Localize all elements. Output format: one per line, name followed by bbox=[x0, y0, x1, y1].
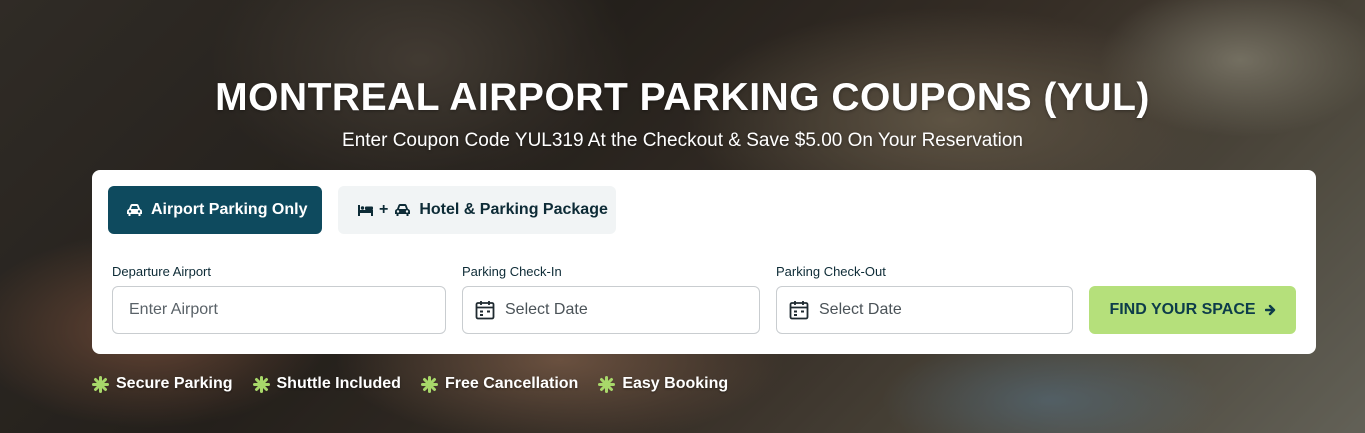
checkin-label: Parking Check-In bbox=[462, 264, 562, 279]
tab-plus-sign: + bbox=[379, 201, 389, 218]
car-icon bbox=[394, 203, 411, 217]
search-card: Airport Parking Only + Hotel & Parking P… bbox=[92, 170, 1316, 354]
bed-icon bbox=[358, 204, 373, 216]
arrow-right-icon bbox=[1264, 304, 1276, 316]
asterisk-icon bbox=[252, 375, 270, 393]
feature-item: Easy Booking bbox=[598, 375, 728, 393]
tab-label: Hotel & Parking Package bbox=[419, 201, 608, 218]
feature-label: Secure Parking bbox=[116, 375, 233, 392]
checkin-date-field[interactable]: Select Date bbox=[462, 286, 760, 334]
feature-label: Free Cancellation bbox=[444, 375, 579, 392]
departure-airport-input[interactable] bbox=[113, 287, 445, 333]
departure-airport-label: Departure Airport bbox=[112, 264, 211, 279]
feature-item: Secure Parking bbox=[92, 375, 233, 393]
feature-list: Secure Parking Shuttle Included Free Can… bbox=[92, 373, 748, 395]
coupon-subtitle: Enter Coupon Code YUL319 At the Checkout… bbox=[342, 130, 1023, 151]
calendar-icon bbox=[475, 300, 495, 320]
find-your-space-button[interactable]: FIND YOUR SPACE bbox=[1089, 286, 1296, 334]
feature-item: Shuttle Included bbox=[252, 375, 401, 393]
checkout-date-field[interactable]: Select Date bbox=[776, 286, 1073, 334]
asterisk-icon bbox=[598, 375, 616, 393]
page-title: MONTREAL AIRPORT PARKING COUPONS (YUL) bbox=[215, 76, 1150, 119]
departure-airport-field[interactable] bbox=[112, 286, 446, 334]
checkout-placeholder: Select Date bbox=[819, 301, 902, 318]
calendar-icon bbox=[789, 300, 809, 320]
checkout-label: Parking Check-Out bbox=[776, 264, 886, 279]
feature-label: Easy Booking bbox=[622, 375, 729, 392]
asterisk-icon bbox=[92, 375, 109, 393]
car-icon bbox=[126, 203, 143, 217]
feature-label: Shuttle Included bbox=[276, 375, 401, 392]
asterisk-icon bbox=[420, 375, 438, 393]
tab-label: Airport Parking Only bbox=[151, 201, 308, 218]
tab-hotel-parking-package[interactable]: + Hotel & Parking Package bbox=[338, 186, 616, 234]
tab-airport-parking-only[interactable]: Airport Parking Only bbox=[108, 186, 322, 234]
checkin-placeholder: Select Date bbox=[505, 301, 588, 318]
find-button-label: FIND YOUR SPACE bbox=[1109, 301, 1256, 318]
feature-item: Free Cancellation bbox=[420, 375, 579, 393]
